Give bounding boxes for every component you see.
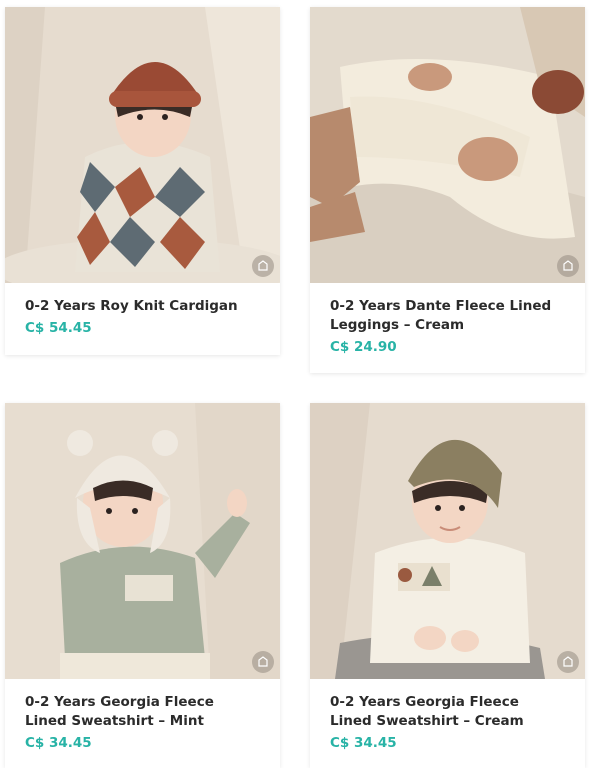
product-card[interactable]: 0-2 Years Dante Fleece Lined Leggings – …: [310, 7, 585, 373]
product-title[interactable]: 0-2 Years Roy Knit Cardigan: [25, 297, 260, 316]
product-card[interactable]: 0-2 Years Georgia Fleece Lined Sweatshir…: [310, 403, 585, 768]
product-price: C$ 34.45: [330, 735, 397, 751]
product-title[interactable]: 0-2 Years Georgia Fleece Lined Sweatshir…: [330, 693, 565, 731]
product-card[interactable]: 0-2 Years Georgia Fleece Lined Sweatshir…: [5, 403, 280, 768]
baby-fleece-leggings-photo: [310, 7, 585, 283]
brand-badge-icon: [252, 255, 274, 277]
product-card[interactable]: 0-2 Years Roy Knit Cardigan C$ 54.45: [5, 7, 280, 355]
product-price: C$ 34.45: [25, 735, 92, 751]
product-image[interactable]: [5, 7, 280, 283]
product-price: C$ 54.45: [25, 320, 92, 336]
product-image[interactable]: [5, 403, 280, 679]
product-title[interactable]: 0-2 Years Dante Fleece Lined Leggings – …: [330, 297, 565, 335]
product-image[interactable]: [310, 7, 585, 283]
baby-knit-cardigan-photo: [5, 7, 280, 283]
brand-badge-icon: [557, 651, 579, 673]
baby-mint-sweatshirt-photo: [5, 403, 280, 679]
product-price: C$ 24.90: [330, 339, 397, 355]
product-title[interactable]: 0-2 Years Georgia Fleece Lined Sweatshir…: [25, 693, 260, 731]
brand-badge-icon: [557, 255, 579, 277]
baby-cream-sweatshirt-photo: [310, 403, 585, 679]
brand-badge-icon: [252, 651, 274, 673]
product-image[interactable]: [310, 403, 585, 679]
